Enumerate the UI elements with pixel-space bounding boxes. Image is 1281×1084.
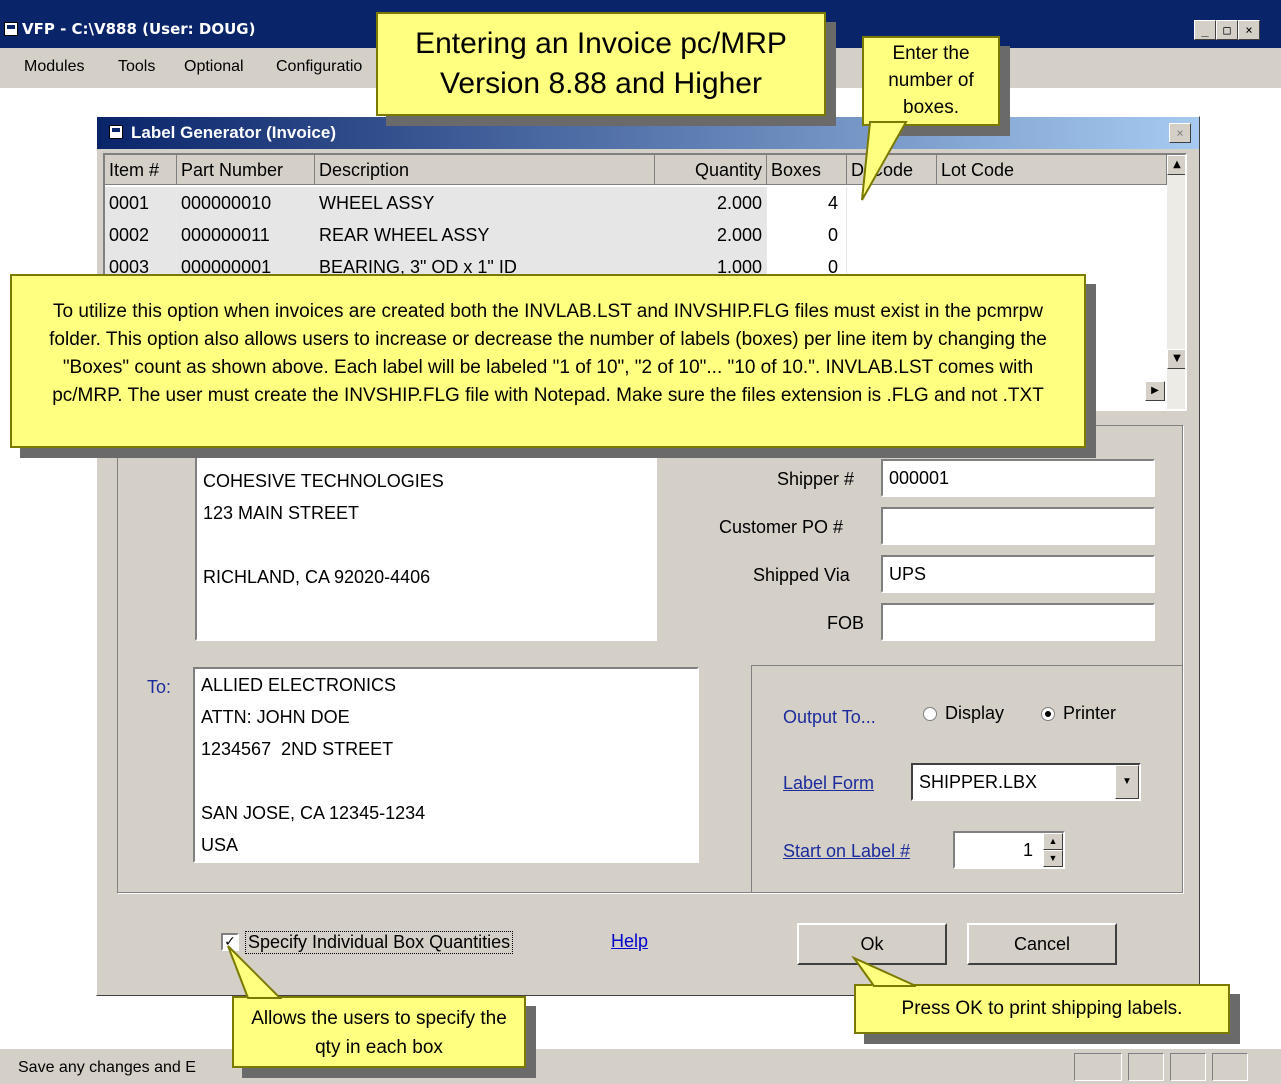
radio-printer[interactable] — [1041, 707, 1055, 721]
output-to-label: Output To... — [783, 707, 876, 727]
qty-callout: Allows the users to specify the qty in e… — [232, 996, 526, 1068]
grid-vertical-scrollbar[interactable]: ▲ ▼ — [1167, 155, 1185, 409]
help-link[interactable]: Help — [611, 931, 648, 952]
app-icon — [4, 22, 18, 36]
label-form-label: Label Form — [783, 773, 875, 793]
label-generator-dialog: Label Generator (Invoice) × Item # Part … — [96, 116, 1200, 996]
start-label-value: 1 — [1022, 840, 1033, 860]
cell-part: 000000010 — [177, 187, 315, 219]
to-line-1: ALLIED ELECTRONICS — [201, 675, 397, 695]
stepper-up-icon[interactable]: ▲ — [1043, 833, 1063, 850]
status-cell — [1128, 1053, 1164, 1081]
start-label: Start on Label # — [783, 841, 911, 861]
radio-display-label[interactable]: Display — [945, 703, 1004, 724]
maximize-icon[interactable]: □ — [1216, 20, 1238, 40]
stepper-down-icon[interactable]: ▼ — [1043, 850, 1063, 867]
shipped-via-field[interactable]: UPS — [881, 555, 1155, 593]
radio-display[interactable] — [923, 707, 937, 721]
from-line-4: RICHLAND, CA 92020-4406 — [203, 567, 431, 587]
to-line-2: ATTN: JOHN DOE — [201, 707, 350, 727]
ok-callout: Press OK to print shipping labels. — [854, 984, 1230, 1034]
app-title: VFP - C:\V888 (User: DOUG) — [22, 20, 256, 38]
table-row[interactable]: 0001 000000010 WHEEL ASSY 2.000 4 — [105, 187, 1167, 219]
shipper-field[interactable]: 000001 — [881, 459, 1155, 497]
scroll-down-icon[interactable]: ▼ — [1167, 349, 1185, 369]
cell-part: 000000011 — [177, 219, 315, 251]
table-row[interactable]: 0002 000000011 REAR WHEEL ASSY 2.000 0 — [105, 219, 1167, 251]
to-line-3: 1234567 2ND STREET — [201, 739, 394, 759]
specify-checkbox-label[interactable]: Specify Individual Box Quantities — [245, 931, 514, 954]
title-callout-line-1: Entering an Invoice pc/MRP — [415, 27, 787, 60]
cell-boxes[interactable]: 4 — [767, 187, 847, 219]
shipper-label: Shipper # — [777, 469, 855, 489]
status-bar: Save any changes and E — [0, 1048, 1281, 1084]
fob-label: FOB — [827, 613, 865, 633]
col-header-lot-code[interactable]: Lot Code — [937, 155, 1167, 185]
label-form-select[interactable]: SHIPPER.LBX ▼ — [911, 763, 1141, 801]
cell-desc: REAR WHEEL ASSY — [315, 219, 655, 251]
to-line-5: SAN JOSE, CA 12345-1234 — [201, 803, 426, 823]
cell-desc: WHEEL ASSY — [315, 187, 655, 219]
label-form-value: SHIPPER.LBX — [919, 772, 1038, 792]
cancel-button[interactable]: Cancel — [967, 923, 1117, 965]
boxes-callout: Enter the number of boxes. — [862, 36, 1000, 126]
from-line-2: 123 MAIN STREET — [203, 503, 360, 523]
customer-po-field[interactable] — [881, 507, 1155, 545]
ok-callout-pointer — [851, 956, 917, 987]
shipped-via-label: Shipped Via — [753, 565, 850, 585]
customer-po-label: Customer PO # — [719, 517, 844, 537]
to-label: To: — [147, 677, 172, 697]
dialog-title: Label Generator (Invoice) — [131, 123, 336, 142]
status-cell — [1170, 1053, 1206, 1081]
from-line-1: COHESIVE TECHNOLOGIES — [203, 471, 444, 491]
scroll-up-icon[interactable]: ▲ — [1167, 155, 1185, 175]
close-icon[interactable]: × — [1238, 20, 1260, 40]
radio-printer-label[interactable]: Printer — [1063, 703, 1116, 724]
from-line-3 — [203, 529, 649, 561]
menu-optional[interactable]: Optional — [184, 58, 244, 76]
col-header-item[interactable]: Item # — [105, 155, 177, 185]
to-line-4 — [201, 765, 691, 797]
status-cell — [1074, 1053, 1122, 1081]
start-label-stepper[interactable]: 1 ▲ ▼ — [953, 831, 1065, 869]
minimize-icon[interactable]: _ — [1194, 20, 1216, 40]
boxes-callout-pointer — [861, 121, 908, 201]
scroll-right-icon[interactable]: ▶ — [1145, 381, 1165, 401]
col-header-quantity[interactable]: Quantity — [655, 155, 767, 185]
cell-boxes[interactable]: 0 — [767, 219, 847, 251]
status-cell — [1212, 1053, 1248, 1081]
fob-field[interactable] — [881, 603, 1155, 641]
qty-callout-pointer — [227, 945, 282, 999]
col-header-description[interactable]: Description — [315, 155, 655, 185]
to-address-box[interactable]: ALLIED ELECTRONICS ATTN: JOHN DOE 1234567 … — [193, 667, 699, 863]
col-header-part-number[interactable]: Part Number — [177, 155, 315, 185]
menu-tools[interactable]: Tools — [118, 58, 155, 76]
dialog-icon — [109, 125, 123, 139]
dialog-title-bar: Label Generator (Invoice) × — [97, 117, 1199, 149]
status-text: Save any changes and E — [18, 1059, 196, 1076]
menu-configuration[interactable]: Configuratio — [276, 58, 362, 76]
col-header-boxes[interactable]: Boxes — [767, 155, 847, 185]
to-line-6: USA — [201, 835, 239, 855]
cell-qty: 2.000 — [655, 187, 767, 219]
title-callout-line-2: Version 8.88 and Higher — [440, 67, 762, 100]
cell-item: 0002 — [105, 219, 177, 251]
cell-item: 0001 — [105, 187, 177, 219]
from-address-box[interactable]: COHESIVE TECHNOLOGIES 123 MAIN STREET RICH… — [195, 435, 657, 641]
title-callout: Entering an Invoice pc/MRP Version 8.88 … — [376, 12, 826, 116]
cell-qty: 2.000 — [655, 219, 767, 251]
chevron-down-icon[interactable]: ▼ — [1115, 765, 1139, 799]
menu-modules[interactable]: Modules — [24, 58, 84, 76]
info-callout: To utilize this option when invoices are… — [10, 274, 1086, 448]
dialog-close-icon[interactable]: × — [1169, 123, 1191, 143]
